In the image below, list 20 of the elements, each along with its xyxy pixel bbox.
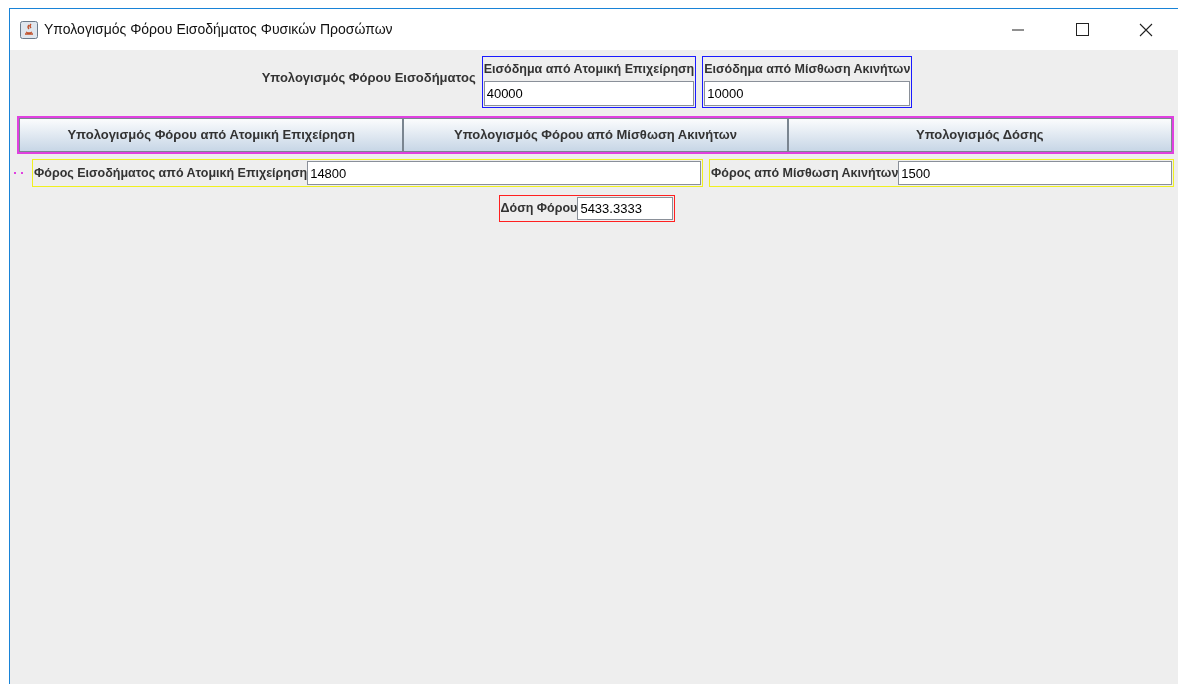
dots-icon (14, 171, 24, 175)
result-label: Φόρος από Μίσθωση Ακινήτων (711, 164, 899, 182)
result-field[interactable]: 1500 (898, 161, 1172, 185)
heading-label: Υπολογισμός Φόρου Εισοδήματος (261, 69, 476, 87)
calculate-button[interactable]: Υπολογισμός Φόρου από Μίσθωση Ακινήτων (403, 118, 788, 152)
input-field[interactable]: 10000 (704, 81, 911, 106)
minimize-icon (1012, 28, 1024, 31)
input-label: Εισόδημα από Ατομική Επιχείρηση (483, 60, 695, 78)
installment-label: Δόση Φόρου (500, 200, 578, 218)
window-title: Υπολογισμός Φόρου Εισοδήματος Φυσικών Προσώπων (44, 20, 393, 39)
result-label: Φόρος Εισοδήματος από Ατομική Επιχείρηση (34, 164, 308, 182)
calculate-button[interactable]: Υπολογισμός Δόσης (787, 118, 1172, 152)
close-icon (1139, 22, 1153, 37)
input-label: Εισόδημα από Μίσθωση Ακινήτων (704, 60, 911, 78)
app-icon (20, 20, 38, 39)
input-field[interactable]: 40000 (483, 81, 695, 106)
calculate-button[interactable]: Υπολογισμός Φόρου από Ατομική Επιχείρηση (19, 118, 404, 152)
maximize-icon (1075, 23, 1089, 36)
result-field[interactable]: 14800 (307, 161, 701, 185)
installment-field[interactable]: 5433.3333 (577, 197, 674, 220)
